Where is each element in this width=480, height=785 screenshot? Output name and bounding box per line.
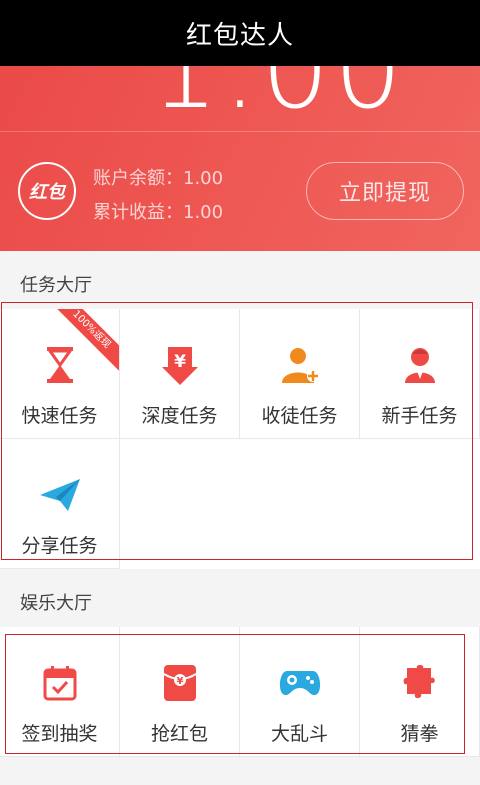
puzzle-icon (398, 661, 442, 705)
hourglass-icon (38, 343, 82, 387)
red-envelope-icon: ¥ (158, 661, 202, 705)
fun-grid: 签到抽奖 ¥ 抢红包 大乱斗 猜拳 (0, 627, 480, 757)
svg-text:¥: ¥ (176, 676, 183, 687)
fun-rock-paper-label: 猜拳 (400, 723, 439, 745)
yen-download-icon: ¥ (158, 343, 202, 387)
calendar-check-icon (38, 661, 82, 705)
task-share-label: 分享任务 (21, 535, 98, 557)
hongbao-logo: 红包 (18, 162, 76, 220)
gamepad-icon (278, 661, 322, 705)
withdraw-button[interactable]: 立即提现 (306, 162, 464, 220)
total-income: 累计收益：1.00 (93, 202, 224, 223)
account-balance: 账户余额：1.00 (93, 168, 224, 189)
fun-grab-envelope-label: 抢红包 (150, 723, 208, 745)
fun-grab-envelope[interactable]: ¥ 抢红包 (120, 627, 240, 757)
fun-checkin[interactable]: 签到抽奖 (0, 627, 120, 757)
task-grid: 100%返现 快速任务 ¥ 深度任务 收徒任务 新手任务 分享任务 (0, 309, 480, 569)
fun-rock-paper[interactable]: 猜拳 (360, 627, 480, 757)
logo-text: 红包 (29, 182, 65, 203)
add-user-icon (278, 343, 322, 387)
fun-hall-title: 娱乐大厅 (20, 593, 92, 614)
task-quick[interactable]: 100%返现 快速任务 (0, 309, 120, 439)
task-share[interactable]: 分享任务 (0, 439, 120, 569)
task-apprentice[interactable]: 收徒任务 (240, 309, 360, 439)
svg-text:¥: ¥ (174, 352, 186, 372)
account-info: 账户余额：1.00 累计收益：1.00 (93, 162, 223, 230)
big-balance: 1.00 (150, 66, 407, 133)
task-deep-label: 深度任务 (141, 405, 218, 427)
fun-checkin-label: 签到抽奖 (21, 723, 98, 745)
title-bar: 红包达人 (0, 0, 480, 66)
task-apprentice-label: 收徒任务 (261, 405, 338, 427)
app-title: 红包达人 (185, 20, 294, 51)
balance-header: 1.00 红包 账户余额：1.00 累计收益：1.00 立即提现 (0, 66, 480, 251)
header-divider (0, 131, 480, 132)
task-deep[interactable]: ¥ 深度任务 (120, 309, 240, 439)
task-newbie[interactable]: 新手任务 (360, 309, 480, 439)
fun-brawl-label: 大乱斗 (270, 723, 328, 745)
fun-brawl[interactable]: 大乱斗 (240, 627, 360, 757)
task-newbie-label: 新手任务 (381, 405, 458, 427)
task-hall-title: 任务大厅 (20, 275, 92, 296)
paper-plane-icon (38, 473, 82, 517)
task-quick-label: 快速任务 (21, 405, 98, 427)
newbie-user-icon (398, 343, 442, 387)
